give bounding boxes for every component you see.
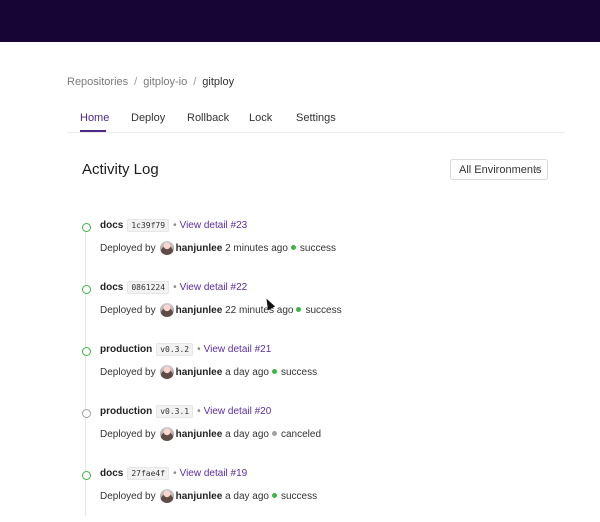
deployed-by-label: Deployed by: [100, 243, 156, 254]
username: hanjunlee: [175, 305, 223, 316]
activity-item: docs 0861224 • View detail #22 Deployed by h…: [82, 281, 542, 336]
status-text: success: [299, 243, 337, 254]
user-avatar-icon: [159, 303, 174, 317]
view-detail-link[interactable]: View detail #22: [180, 282, 248, 293]
active-tab-indicator: [80, 130, 106, 132]
status-timeline-dot: [82, 471, 91, 480]
timestamp: a day ago: [225, 367, 269, 378]
status-text: success: [305, 305, 342, 316]
activity-item: docs 27fae4f • View detail #19 Deployed by h…: [82, 467, 542, 522]
top-navigation-bar: [0, 0, 600, 42]
status-dot: [272, 369, 277, 374]
deployed-by-label: Deployed by: [100, 367, 156, 378]
breadcrumb-item-repositories[interactable]: Repositories: [67, 76, 128, 88]
status-dot: [272, 431, 277, 436]
user-avatar-icon: [159, 365, 174, 379]
view-detail-link[interactable]: View detail #20: [204, 406, 272, 417]
environment-name: docs: [100, 282, 124, 293]
timestamp: 22 minutes ago: [225, 305, 294, 316]
bullet-separator: •: [197, 406, 201, 417]
status-text: success: [281, 367, 318, 378]
username: hanjunlee: [175, 243, 223, 254]
environment-name: docs: [100, 468, 124, 479]
view-detail-link[interactable]: View detail #23: [180, 220, 248, 231]
username: hanjunlee: [175, 429, 223, 440]
status-dot: [290, 245, 296, 250]
ref-badge: v0.3.1: [156, 405, 194, 418]
view-detail-link[interactable]: View detail #19: [180, 468, 248, 479]
page-title: Activity Log: [82, 161, 159, 178]
status-timeline-dot: [82, 285, 91, 294]
bullet-separator: •: [173, 220, 177, 231]
repository-tabs: Home Deploy Rollback Lock Settings: [67, 106, 565, 133]
environment-select[interactable]: All Environments: [450, 159, 548, 180]
tab-settings[interactable]: Settings: [296, 112, 336, 124]
environment-name: production: [100, 406, 153, 417]
environment-name: production: [100, 344, 153, 355]
status-timeline-dot: [82, 347, 91, 356]
bullet-separator: •: [173, 468, 177, 479]
user-avatar-icon: [159, 489, 174, 503]
deployed-by-label: Deployed by: [100, 429, 156, 440]
bullet-separator: •: [173, 282, 177, 293]
username: hanjunlee: [175, 491, 223, 502]
ref-badge: 0861224: [127, 281, 170, 294]
activity-item: production v0.3.1 • View detail #20 Deploye…: [82, 405, 542, 460]
user-avatar-icon: [159, 427, 174, 441]
breadcrumb-separator: /: [193, 76, 197, 88]
status-timeline-dot: [82, 223, 91, 232]
timestamp: a day ago: [225, 429, 269, 440]
status-text: success: [281, 491, 318, 502]
ref-badge: v0.3.2: [156, 343, 194, 356]
environment-select-value: All Environments: [459, 164, 542, 176]
bullet-separator: •: [197, 344, 201, 355]
ref-badge: 27fae4f: [127, 467, 170, 480]
timestamp: 2 minutes ago: [225, 243, 288, 254]
tab-rollback[interactable]: Rollback: [187, 112, 229, 124]
status-text: canceled: [281, 429, 322, 440]
tab-deploy[interactable]: Deploy: [131, 112, 165, 124]
tab-lock[interactable]: Lock: [249, 112, 272, 124]
username: hanjunlee: [175, 367, 223, 378]
status-dot: [296, 307, 302, 312]
tab-home[interactable]: Home: [80, 112, 109, 124]
breadcrumb-separator: /: [134, 76, 138, 88]
breadcrumb: Repositories / gitploy-io / gitploy: [67, 76, 234, 88]
activity-item: production v0.3.2 • View detail #21 Deploye…: [82, 343, 542, 398]
status-dot: [272, 493, 277, 498]
timestamp: a day ago: [225, 491, 269, 502]
breadcrumb-item-gitploy: gitploy: [202, 76, 235, 88]
view-detail-link[interactable]: View detail #21: [204, 344, 272, 355]
status-timeline-dot: [82, 409, 91, 418]
ref-badge: 1c39f79: [127, 219, 170, 232]
environment-name: docs: [100, 220, 124, 231]
deployed-by-label: Deployed by: [100, 491, 156, 502]
deployed-by-label: Deployed by: [100, 305, 156, 316]
breadcrumb-item-gitploy-io[interactable]: gitploy-io: [143, 76, 187, 88]
activity-item: docs 1c39f79 • View detail #23 Deployed by h…: [82, 219, 542, 274]
user-avatar-icon: [159, 241, 174, 255]
